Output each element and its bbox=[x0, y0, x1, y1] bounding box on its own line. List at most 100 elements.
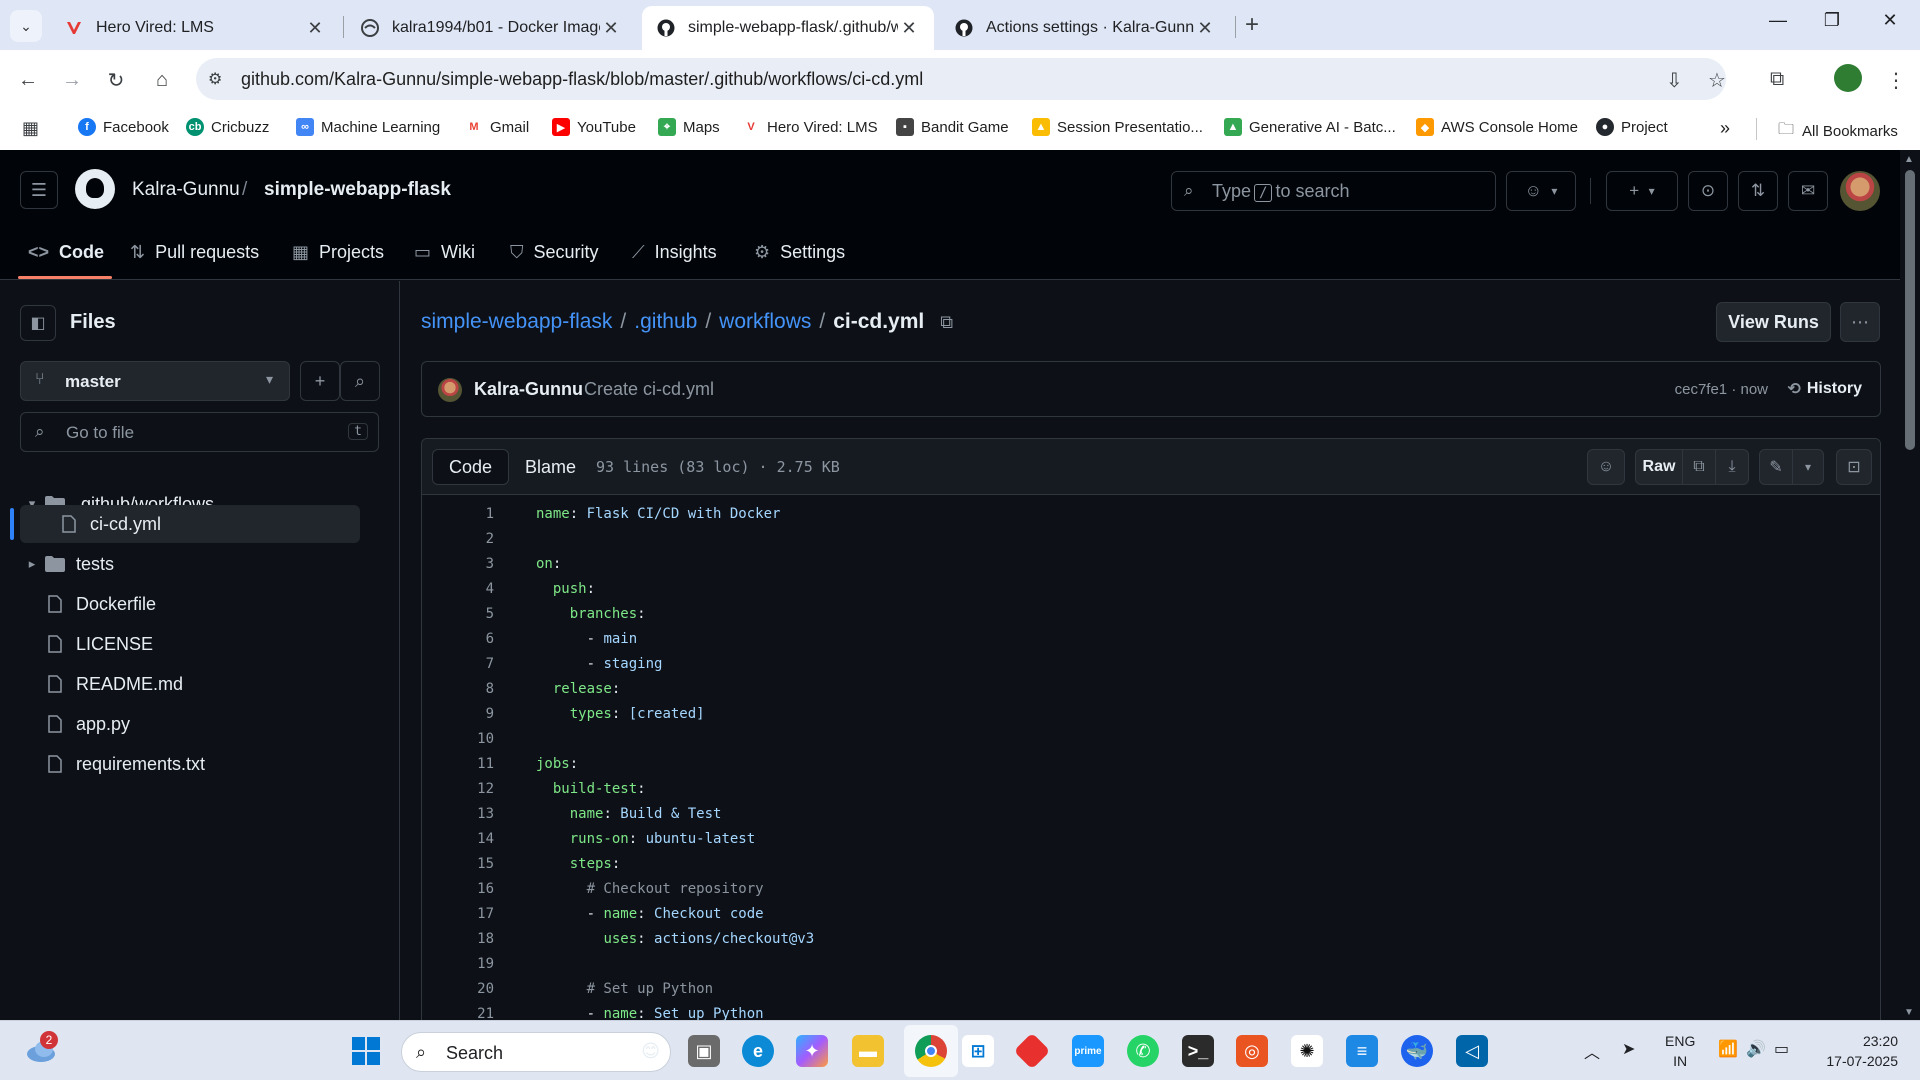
minimize-icon[interactable]: — bbox=[1758, 10, 1798, 31]
line-number[interactable]: 14 bbox=[422, 831, 494, 847]
bookmark-aws-console[interactable]: ◆ AWS Console Home bbox=[1416, 118, 1578, 136]
copy-raw-icon[interactable]: ⧉ bbox=[1682, 449, 1716, 485]
profile-avatar[interactable] bbox=[1834, 64, 1862, 92]
tree-file-requirements[interactable]: requirements.txt bbox=[20, 745, 360, 783]
close-window-icon[interactable]: ✕ bbox=[1870, 10, 1910, 31]
page-scrollbar[interactable]: ▲ ▼ bbox=[1900, 150, 1920, 1020]
tree-file-app-py[interactable]: app.py bbox=[20, 705, 360, 743]
whatsapp-icon[interactable]: ✆ bbox=[1127, 1035, 1159, 1067]
symbols-panel-icon[interactable]: ⊡ bbox=[1836, 449, 1872, 485]
view-runs-button[interactable]: View Runs bbox=[1716, 302, 1831, 342]
tree-file-ci-cd-yml[interactable]: ci-cd.yml bbox=[20, 505, 360, 543]
chrome-menu-icon[interactable]: ⋮ bbox=[1886, 68, 1906, 93]
repo-owner-link[interactable]: Kalra-Gunnu bbox=[132, 179, 240, 201]
edge-icon[interactable]: e bbox=[742, 1035, 774, 1067]
commit-author-link[interactable]: Kalra-Gunnu bbox=[474, 379, 583, 400]
raw-button[interactable]: Raw bbox=[1635, 449, 1683, 485]
edit-options-chevron-icon[interactable]: ▾ bbox=[1792, 449, 1824, 485]
search-files-button[interactable]: ⌕ bbox=[340, 361, 380, 401]
tab-code[interactable]: <> Code bbox=[28, 242, 104, 263]
notepad-icon[interactable]: ≡ bbox=[1346, 1035, 1378, 1067]
tree-file-readme[interactable]: README.md bbox=[20, 665, 360, 703]
line-number[interactable]: 11 bbox=[422, 756, 494, 772]
more-bookmarks-icon[interactable]: » bbox=[1720, 118, 1730, 139]
system-clock[interactable]: 23:20 17-07-2025 bbox=[1808, 1031, 1898, 1071]
windows-start-icon[interactable] bbox=[350, 1035, 382, 1067]
line-number[interactable]: 19 bbox=[422, 956, 494, 972]
browser-tab-docker[interactable]: kalra1994/b01 - Docker Image ✕ bbox=[346, 6, 636, 50]
blame-tab-button[interactable]: Blame bbox=[509, 449, 592, 485]
bookmark-bandit-game[interactable]: ▪ Bandit Game bbox=[896, 118, 1009, 136]
line-number[interactable]: 7 bbox=[422, 656, 494, 672]
tab-insights[interactable]: ⟋ Insights bbox=[632, 242, 717, 263]
code-tab-button[interactable]: Code bbox=[432, 449, 510, 485]
repo-name-link[interactable]: simple-webapp-flask bbox=[264, 179, 451, 201]
microsoft-store-icon[interactable]: ⊞ bbox=[962, 1035, 994, 1067]
github-logo-icon[interactable] bbox=[75, 169, 115, 209]
home-icon[interactable]: ⌂ bbox=[148, 66, 176, 94]
tab-security[interactable]: ⛉ Security bbox=[510, 242, 599, 263]
extensions-icon[interactable]: ⧉ bbox=[1770, 68, 1784, 91]
wifi-icon[interactable]: 📶 bbox=[1718, 1039, 1738, 1059]
line-number[interactable]: 15 bbox=[422, 856, 494, 872]
file-explorer-icon[interactable]: ▬ bbox=[852, 1035, 884, 1067]
site-info-icon[interactable]: ⚙ bbox=[208, 69, 222, 89]
chrome-taskbar-icon[interactable] bbox=[915, 1035, 947, 1067]
line-number[interactable]: 9 bbox=[422, 706, 494, 722]
pull-requests-button[interactable]: ⇅ bbox=[1738, 171, 1778, 211]
line-number[interactable]: 10 bbox=[422, 731, 494, 747]
copy-path-icon[interactable]: ⧉ bbox=[940, 312, 953, 333]
close-tab-icon[interactable]: ✕ bbox=[600, 18, 622, 39]
breadcrumb-repo-link[interactable]: simple-webapp-flask bbox=[421, 310, 612, 334]
go-to-file-input[interactable]: ⌕ Go to file t bbox=[20, 412, 379, 452]
browser-tab-github-active[interactable]: simple-webapp-flask/.github/w ✕ bbox=[642, 6, 934, 50]
commit-hash-time[interactable]: cec7fe1 · now bbox=[1675, 381, 1768, 398]
line-number[interactable]: 18 bbox=[422, 931, 494, 947]
location-icon[interactable]: ➤ bbox=[1622, 1039, 1635, 1059]
user-avatar[interactable] bbox=[1840, 171, 1880, 211]
issues-button[interactable]: ⊙ bbox=[1688, 171, 1728, 211]
line-number[interactable]: 6 bbox=[422, 631, 494, 647]
line-number[interactable]: 3 bbox=[422, 556, 494, 572]
bookmark-session-presentation[interactable]: ▲ Session Presentatio... bbox=[1032, 118, 1203, 136]
back-icon[interactable]: ← bbox=[14, 66, 42, 94]
tree-file-dockerfile[interactable]: Dockerfile bbox=[20, 585, 360, 623]
line-number[interactable]: 4 bbox=[422, 581, 494, 597]
scrollbar-thumb[interactable] bbox=[1905, 170, 1915, 450]
line-number[interactable]: 8 bbox=[422, 681, 494, 697]
close-tab-icon[interactable]: ✕ bbox=[1194, 18, 1216, 39]
commit-author-avatar[interactable] bbox=[438, 378, 462, 402]
breadcrumb-workflows-link[interactable]: workflows bbox=[719, 310, 811, 334]
close-tab-icon[interactable]: ✕ bbox=[898, 18, 920, 39]
branch-selector[interactable]: ⑂ master ▾ bbox=[20, 361, 290, 401]
bookmark-herovired[interactable]: V Hero Vired: LMS bbox=[742, 118, 878, 136]
address-bar[interactable]: ⚙ github.com/Kalra-Gunnu/simple-webapp-f… bbox=[196, 58, 1726, 100]
tab-wiki[interactable]: ▭ Wiki bbox=[414, 242, 475, 263]
line-number[interactable]: 1 bbox=[422, 506, 494, 522]
chatgpt-icon[interactable]: ✺ bbox=[1291, 1035, 1323, 1067]
prime-video-icon[interactable]: prime bbox=[1072, 1035, 1104, 1067]
add-file-button[interactable]: + bbox=[300, 361, 340, 401]
collapse-sidebar-icon[interactable]: ◧ bbox=[20, 305, 56, 341]
bookmark-project[interactable]: ● Project bbox=[1596, 118, 1668, 136]
docker-desktop-icon[interactable]: 🐳 bbox=[1401, 1035, 1433, 1067]
taskbar-search-input[interactable]: ⌕ Search 😊 bbox=[401, 1032, 671, 1072]
git-app-icon[interactable] bbox=[1013, 1032, 1051, 1070]
bookmark-facebook[interactable]: f Facebook bbox=[78, 118, 169, 136]
terminal-icon[interactable]: >_ bbox=[1182, 1035, 1214, 1067]
tab-settings[interactable]: ⚙ Settings bbox=[754, 242, 845, 263]
line-number[interactable]: 5 bbox=[422, 606, 494, 622]
copilot-app-icon[interactable]: ✦ bbox=[796, 1035, 828, 1067]
browser-tab-actions-settings[interactable]: Actions settings · Kalra-Gunnu/ ✕ bbox=[940, 6, 1230, 50]
reload-icon[interactable]: ↻ bbox=[102, 66, 130, 94]
tab-search-menu-button[interactable]: ⌄ bbox=[10, 10, 42, 42]
task-view-icon[interactable]: ▣ bbox=[688, 1035, 720, 1067]
bookmark-youtube[interactable]: ▶ YouTube bbox=[552, 118, 636, 136]
line-number[interactable]: 17 bbox=[422, 906, 494, 922]
bookmark-machine-learning[interactable]: ∞ Machine Learning bbox=[296, 118, 440, 136]
new-tab-button[interactable]: + bbox=[1245, 11, 1259, 39]
show-hidden-icons-chevron-icon[interactable]: ︿ bbox=[1584, 1039, 1600, 1063]
github-search-input[interactable]: ⌕ Type / to search bbox=[1171, 171, 1496, 211]
battery-icon[interactable]: ▭ bbox=[1774, 1039, 1789, 1059]
all-bookmarks-button[interactable]: 🗀 All Bookmarks bbox=[1778, 118, 1898, 145]
